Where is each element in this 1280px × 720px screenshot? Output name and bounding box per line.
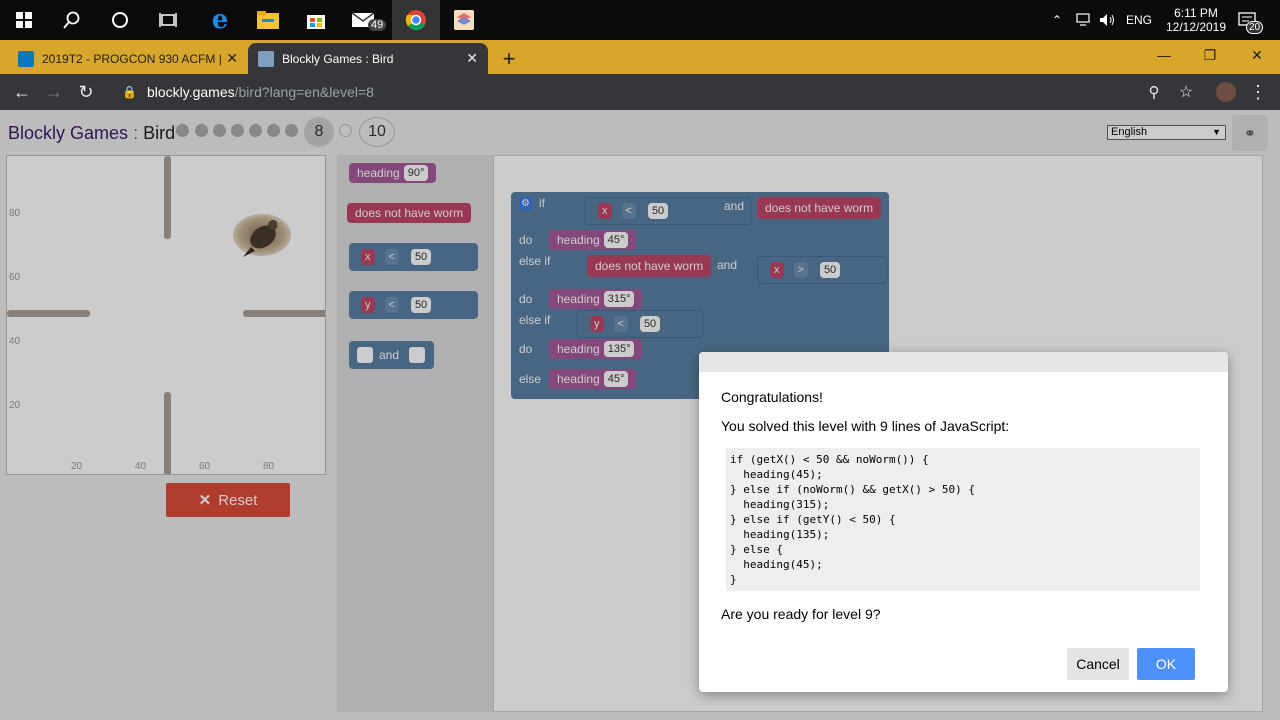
avatar[interactable] [1214, 80, 1238, 104]
store-icon[interactable] [292, 0, 340, 40]
edge-icon[interactable]: e [196, 0, 244, 40]
tab-progcon[interactable]: 2019T2 - PROGCON 930 ACFM | ✕ [8, 43, 248, 74]
url-host: blockly.games [146, 84, 235, 100]
windows-start-icon[interactable] [0, 0, 48, 40]
puzzle-icon [258, 50, 274, 67]
url-path: /bird?lang=en&level=8 [234, 84, 374, 100]
cancel-button[interactable]: Cancel [1067, 648, 1129, 680]
clock[interactable]: 6:11 PM 12/12/2019 [1160, 0, 1232, 40]
address-bar[interactable]: 🔒 blockly.games /bird?lang=en&level=8 [112, 78, 1202, 106]
trello-icon [18, 50, 34, 67]
notification-icon[interactable]: 20 [1238, 0, 1268, 40]
new-tab-button[interactable]: + [492, 43, 526, 74]
generated-code: if (getX() < 50 && noWorm()) { heading(4… [726, 448, 1200, 591]
star-icon[interactable]: ☆ [1174, 80, 1198, 104]
menu-icon[interactable]: ⋮ [1246, 80, 1270, 104]
clock-time: 6:11 PM [1174, 6, 1218, 20]
restore-icon[interactable]: ❐ [1187, 40, 1233, 70]
chrome-icon[interactable] [392, 0, 440, 40]
forward-icon[interactable]: → [42, 80, 66, 104]
dialog-question: Are you ready for level 9? [721, 606, 881, 622]
network-icon[interactable] [1076, 0, 1096, 40]
tab-label: 2019T2 - PROGCON 930 ACFM | [42, 51, 222, 66]
dialog-title-bar[interactable] [699, 352, 1228, 372]
cortana-icon[interactable] [96, 0, 144, 40]
back-icon[interactable]: ← [10, 80, 34, 104]
tab-blockly-bird[interactable]: Blockly Games : Bird ✕ [248, 43, 488, 74]
browser-toolbar: ← → ↻ 🔒 blockly.games /bird?lang=en&leve… [0, 74, 1280, 110]
clock-date: 12/12/2019 [1165, 20, 1227, 34]
search-icon[interactable] [48, 0, 96, 40]
notification-count: 20 [1246, 21, 1264, 34]
minimize-icon[interactable]: — [1141, 40, 1187, 70]
file-explorer-icon[interactable] [244, 0, 292, 40]
task-view-icon[interactable] [144, 0, 192, 40]
tab-label: Blockly Games : Bird [282, 51, 394, 66]
close-icon[interactable]: ✕ [466, 50, 478, 67]
dialog-title: Congratulations! [721, 389, 823, 405]
mail-icon[interactable]: 49 [340, 0, 388, 40]
congratulations-dialog: Congratulations! You solved this level w… [699, 352, 1228, 692]
volume-icon[interactable] [1099, 0, 1119, 40]
close-icon[interactable]: ✕ [226, 50, 238, 67]
dialog-message: You solved this level with 9 lines of Ja… [721, 418, 1010, 434]
ok-button[interactable]: OK [1137, 648, 1195, 680]
zoom-icon[interactable]: ⚲ [1142, 80, 1166, 104]
lock-icon: 🔒 [122, 85, 137, 99]
chevron-up-icon[interactable]: ⌃ [1052, 0, 1072, 40]
browser-tab-strip: 2019T2 - PROGCON 930 ACFM | ✕ Blockly Ga… [0, 40, 1280, 74]
app-stack-icon[interactable] [440, 0, 488, 40]
reload-icon[interactable]: ↻ [74, 80, 98, 104]
window-close-icon[interactable]: ✕ [1234, 40, 1280, 70]
mail-badge: 49 [368, 19, 387, 31]
windows-taskbar: e 49 ⌃ ENG 6:11 PM 12/12/2019 20 [0, 0, 1280, 40]
language-indicator[interactable]: ENG [1126, 0, 1152, 40]
